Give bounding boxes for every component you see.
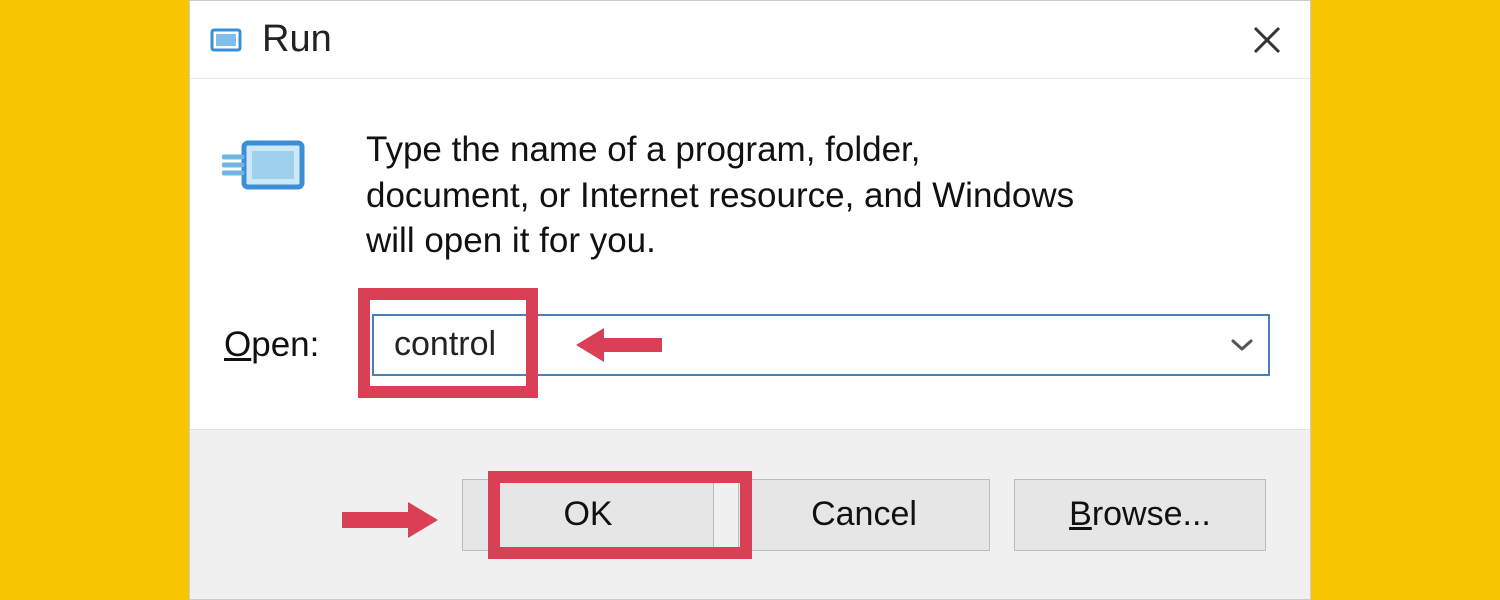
cancel-button-label: Cancel [811, 495, 917, 534]
dialog-title: Run [262, 18, 332, 61]
titlebar: Run [190, 1, 1310, 79]
browse-button[interactable]: Browse... [1014, 479, 1266, 551]
open-input[interactable] [372, 314, 1270, 376]
close-button[interactable] [1246, 19, 1288, 61]
run-large-icon [222, 133, 314, 201]
dialog-body: Type the name of a program, folder, docu… [190, 79, 1310, 429]
browse-button-label: Browse... [1069, 495, 1211, 534]
open-combobox[interactable] [372, 314, 1270, 376]
description-text: Type the name of a program, folder, docu… [366, 127, 1076, 264]
button-row: OK Cancel Browse... [190, 429, 1310, 599]
ok-button[interactable]: OK [462, 479, 714, 551]
ok-button-label: OK [563, 495, 612, 534]
description-row: Type the name of a program, folder, docu… [216, 127, 1270, 264]
run-dialog: Run Type the name of a program, folder, … [189, 0, 1311, 600]
run-icon [208, 26, 244, 54]
close-icon [1251, 24, 1283, 56]
open-label: Open: [224, 325, 334, 365]
cancel-button[interactable]: Cancel [738, 479, 990, 551]
open-row: Open: [216, 314, 1270, 376]
annotation-arrow-ok [342, 498, 438, 542]
